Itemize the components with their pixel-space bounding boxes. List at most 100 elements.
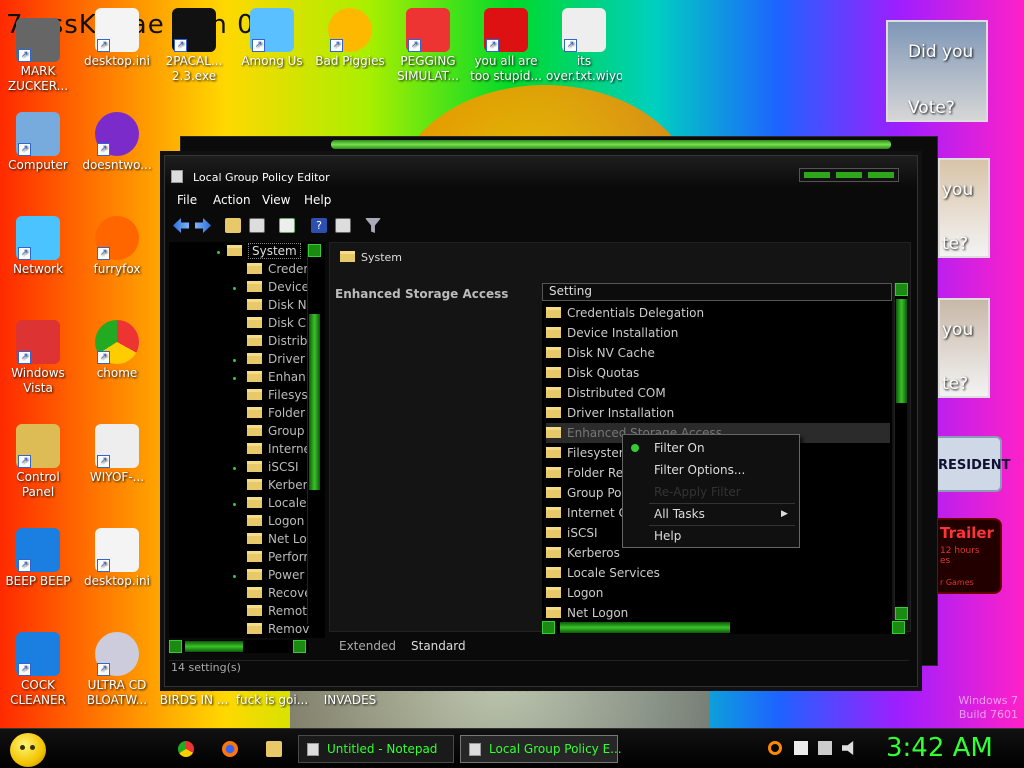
menu-item-filter-on[interactable]: Filter On	[654, 441, 705, 455]
setting-row[interactable]: Credentials Delegation	[546, 303, 890, 323]
tree-item[interactable]: Perforr	[247, 550, 308, 568]
desktop-icon[interactable]: ↗ Network	[0, 216, 76, 277]
desktop-icon[interactable]: ↗ Windows Vista	[0, 320, 76, 396]
tree-item[interactable]: Group	[247, 424, 305, 442]
start-button[interactable]	[10, 733, 46, 767]
desktop-icon[interactable]: ↗ doesntwo...	[79, 112, 155, 173]
tab-standard[interactable]: Standard	[411, 639, 466, 653]
tree-item[interactable]: Disk N	[247, 298, 307, 316]
desktop-icon[interactable]: ↗ ULTRA CD BLOATW...	[79, 632, 155, 708]
tree-item[interactable]: Recove	[247, 586, 312, 604]
tree-item[interactable]: Device	[247, 280, 309, 298]
network-tray-icon[interactable]	[818, 741, 832, 755]
firefox-icon[interactable]	[222, 741, 238, 757]
setting-row[interactable]: Distributed COM	[546, 383, 890, 403]
tree-item[interactable]: Enhan	[247, 370, 306, 388]
tree-item[interactable]: Logon	[247, 514, 304, 532]
forward-arrow-icon[interactable]	[195, 218, 211, 233]
desktop-icon[interactable]: ↗ you all are too stupid...	[468, 8, 544, 84]
trailer-gadget[interactable]: Trailer 12 hours es r Games	[932, 518, 1002, 594]
menu-help[interactable]: Help	[304, 193, 331, 207]
desktop-icon[interactable]: ↗ WIYOF-...	[79, 424, 155, 485]
shortcut-arrow-icon: ↗	[252, 39, 265, 52]
desktop-icon[interactable]: ↗ PEGGING SIMULAT...	[390, 8, 466, 84]
tree-item[interactable]: Remov	[247, 622, 309, 638]
setting-row[interactable]: Disk Quotas	[546, 363, 890, 383]
desktop-icon[interactable]: ↗ BEEP BEEP	[0, 528, 76, 589]
maximize-button[interactable]	[836, 172, 862, 178]
setting-row[interactable]: Logon	[546, 583, 890, 603]
menu-item-filter-options[interactable]: Filter Options...	[654, 463, 745, 477]
tree-item[interactable]: Remot	[247, 604, 307, 622]
export-list-icon[interactable]	[279, 218, 295, 233]
chrome-icon[interactable]	[178, 741, 194, 757]
desktop-icon[interactable]: ↗ 2PACAL... 2.3.exe	[156, 8, 232, 84]
vote-poster-obama[interactable]: Did you Vote?	[886, 20, 988, 122]
tree-item-system[interactable]: System	[227, 243, 301, 262]
setting-row[interactable]: Locale Services	[546, 563, 890, 583]
up-folder-icon[interactable]	[225, 218, 241, 233]
filter-icon[interactable]	[365, 218, 381, 233]
tab-extended[interactable]: Extended	[339, 639, 396, 653]
tree-vertical-scrollbar[interactable]	[307, 244, 321, 624]
menu-action[interactable]: Action	[213, 193, 251, 207]
president-gadget[interactable]: RESIDENT	[932, 436, 1011, 492]
properties-icon[interactable]	[335, 218, 351, 233]
close-button[interactable]	[868, 172, 894, 178]
tree-item[interactable]: iSCSI	[247, 460, 299, 478]
desktop-icon[interactable]: ↗ Among Us	[234, 8, 310, 69]
minimize-button[interactable]	[804, 172, 830, 178]
help-icon[interactable]: ?	[311, 218, 327, 233]
column-header-setting[interactable]: Setting	[542, 283, 892, 301]
taskbar-group-policy[interactable]: Local Group Policy E...	[460, 735, 622, 763]
search-icon[interactable]	[768, 741, 782, 755]
menu-file[interactable]: File	[177, 193, 197, 207]
desktop-icon[interactable]: ↗ chome	[79, 320, 155, 381]
desktop-icon[interactable]: ↗ its over.txt.wiyof	[546, 8, 622, 84]
tree-item[interactable]: Net Lo	[247, 532, 307, 550]
show-hide-tree-icon[interactable]	[249, 218, 265, 233]
menu-item-help[interactable]: Help	[654, 529, 681, 543]
window-titlebar[interactable]: Local Group Policy Editor	[165, 156, 917, 188]
tree-item[interactable]: Locale	[247, 496, 306, 514]
desktop-icon[interactable]: ↗ Control Panel	[0, 424, 76, 500]
desktop-icon[interactable]: ↗ desktop.ini	[79, 528, 155, 589]
desktop-icon[interactable]: ↗ Computer	[0, 112, 76, 173]
menu-item-all-tasks[interactable]: All Tasks	[654, 507, 705, 521]
tree-item[interactable]: Creden	[247, 262, 311, 280]
desktop-icon[interactable]: ↗ COCK CLEANER	[0, 632, 76, 708]
desktop-icon[interactable]: ↗ Bad Piggies	[312, 8, 388, 69]
vote-poster-2[interactable]: you te?	[938, 158, 990, 258]
window-controls	[799, 168, 899, 182]
desktop-icon[interactable]: ↗ MARK ZUCKER...	[0, 18, 76, 94]
folder-icon	[546, 467, 561, 478]
volume-icon[interactable]	[842, 741, 854, 755]
list-horizontal-scrollbar[interactable]	[542, 621, 906, 634]
taskbar-notepad[interactable]: Untitled - Notepad	[298, 735, 454, 763]
action-center-flag-icon[interactable]	[794, 741, 808, 755]
tree-horizontal-scrollbar[interactable]	[169, 640, 309, 653]
explorer-folder-icon[interactable]	[266, 741, 282, 757]
tree-item[interactable]: Kerber	[247, 478, 308, 496]
setting-row[interactable]: Device Installation	[546, 323, 890, 343]
setting-row[interactable]: Driver Installation	[546, 403, 890, 423]
tree-item[interactable]: Distrib	[247, 334, 307, 352]
tree-item[interactable]: Filesys	[247, 388, 308, 406]
tree-item[interactable]: Interne	[247, 442, 311, 460]
desktop-icon-label: Network	[12, 262, 64, 276]
tree-item[interactable]: Driver I	[247, 352, 312, 370]
desktop-icon-label: ULTRA CD BLOATW...	[86, 678, 148, 707]
taskbar-clock[interactable]: 3:42 AM	[886, 733, 993, 763]
tree-item[interactable]: Folder	[247, 406, 305, 424]
desktop-icon[interactable]: ↗ furryfox	[79, 216, 155, 277]
setting-row[interactable]: Net Logon	[546, 603, 890, 621]
menu-view[interactable]: View	[262, 193, 290, 207]
desktop-icon[interactable]: ↗ desktop.ini	[79, 8, 155, 69]
list-vertical-scrollbar[interactable]	[894, 283, 908, 621]
tree-item[interactable]: Disk C	[247, 316, 306, 334]
p-app-icon: ↗	[406, 8, 450, 52]
tree-item[interactable]: Power	[247, 568, 304, 586]
back-arrow-icon[interactable]	[173, 218, 189, 233]
setting-row[interactable]: Disk NV Cache	[546, 343, 890, 363]
vote-poster-3[interactable]: you te?	[938, 298, 990, 398]
